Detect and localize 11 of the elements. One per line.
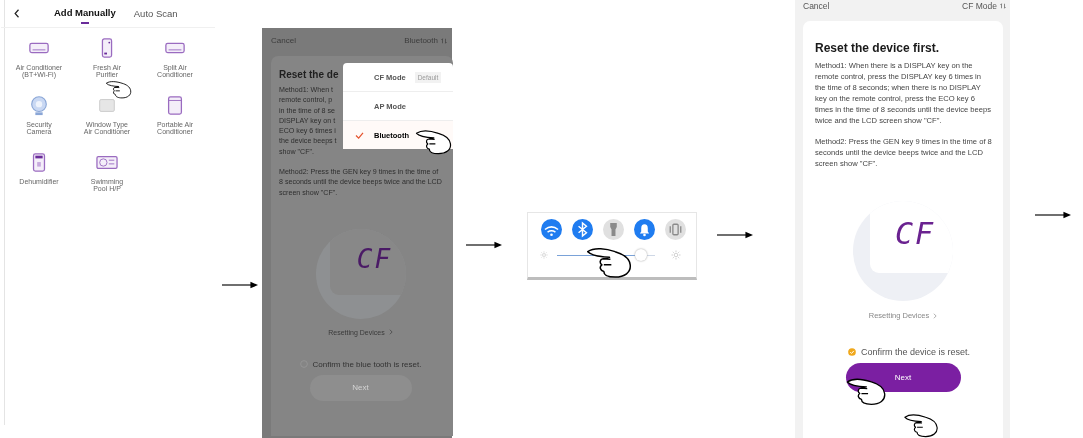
display-readout: CF	[894, 215, 936, 251]
tab[interactable]: Auto Scan	[133, 4, 178, 23]
cancel-link[interactable]: Cancel	[803, 1, 830, 11]
next-button[interactable]: Next	[845, 363, 961, 392]
dialog-title: Reset the de	[279, 69, 339, 80]
confirm-label: Confirm the device is reset.	[860, 347, 970, 357]
display-readout: CF	[356, 243, 393, 274]
confirm-label: Confirm the blue tooth is reset.	[312, 359, 422, 369]
tab[interactable]: Add Manually	[54, 3, 116, 24]
dialog-title: Reset the device first.	[815, 41, 941, 55]
mode-selector[interactable]: CF Mode	[962, 1, 997, 11]
